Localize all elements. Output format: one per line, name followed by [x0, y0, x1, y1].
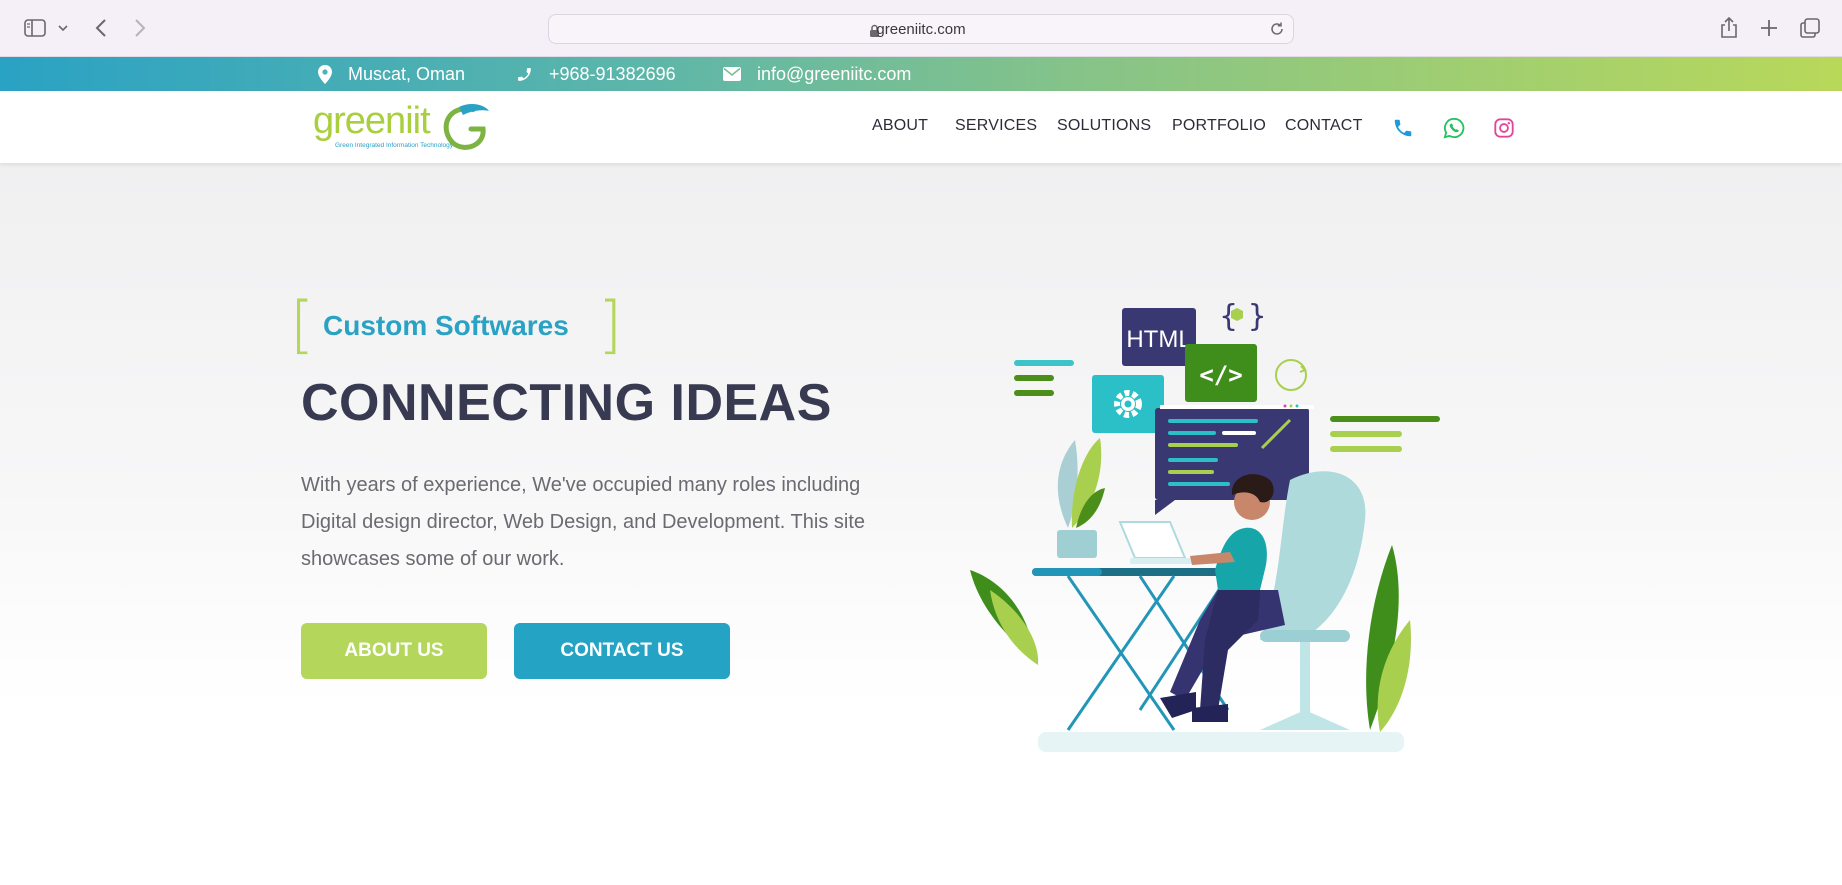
- svg-text:greeniit: greeniit: [313, 100, 431, 142]
- right-bracket-decoration: ]: [598, 288, 623, 361]
- greeniit-logo[interactable]: greeniit Green Integrated Information Te…: [313, 99, 493, 157]
- tab-overview-icon[interactable]: [1799, 14, 1821, 42]
- contact-info-bar: Muscat, Oman +968-91382696 info@greeniit…: [0, 57, 1842, 91]
- address-bar[interactable]: greeniitc.com: [548, 14, 1294, 44]
- chevron-down-icon[interactable]: [54, 14, 72, 42]
- nav-about[interactable]: ABOUT: [872, 117, 928, 135]
- phone-info[interactable]: +968-91382696: [516, 57, 676, 91]
- hero-tagline: Custom Softwares: [323, 310, 569, 341]
- new-tab-icon[interactable]: [1758, 14, 1780, 42]
- email-info[interactable]: info@greeniitc.com: [723, 57, 911, 91]
- main-navbar: greeniit Green Integrated Information Te…: [0, 91, 1842, 163]
- nav-portfolio[interactable]: PORTFOLIO: [1172, 117, 1266, 135]
- phone-icon[interactable]: [1392, 117, 1414, 139]
- location-text: Muscat, Oman: [348, 63, 466, 84]
- reload-icon[interactable]: [1269, 21, 1285, 41]
- code-label: </>: [1199, 361, 1242, 389]
- nav-services[interactable]: SERVICES: [955, 117, 1037, 135]
- back-icon[interactable]: [90, 14, 112, 42]
- phone-text: +968-91382696: [549, 63, 676, 84]
- hero-description: With years of experience, We've occupied…: [301, 474, 865, 570]
- forward-icon[interactable]: [129, 14, 151, 42]
- hero-headline: CONNECTING IDEAS: [301, 374, 832, 432]
- browser-toolbar: greeniitc.com: [0, 0, 1842, 57]
- envelope-icon: [723, 67, 741, 81]
- nav-contact[interactable]: CONTACT: [1285, 117, 1363, 135]
- svg-text:Green Integrated Information T: Green Integrated Information Technology: [335, 142, 454, 149]
- nav-solutions[interactable]: SOLUTIONS: [1057, 117, 1151, 135]
- whatsapp-icon[interactable]: [1443, 117, 1465, 139]
- left-bracket-decoration: [: [290, 288, 315, 361]
- share-icon[interactable]: [1718, 14, 1740, 42]
- map-pin-icon: [318, 64, 332, 84]
- phone-icon: [518, 67, 531, 81]
- instagram-icon[interactable]: [1493, 117, 1515, 139]
- hero-section: [0, 163, 1842, 885]
- developer-illustration: HTML { } </>: [960, 290, 1460, 760]
- location-info: Muscat, Oman: [318, 57, 465, 91]
- sidebar-toggle-icon[interactable]: [20, 14, 50, 42]
- about-us-button[interactable]: ABOUT US: [301, 623, 487, 679]
- contact-us-button[interactable]: CONTACT US: [514, 623, 730, 679]
- url-text: greeniitc.com: [876, 21, 966, 38]
- html-label: HTML: [1126, 326, 1191, 353]
- email-text: info@greeniitc.com: [757, 63, 912, 84]
